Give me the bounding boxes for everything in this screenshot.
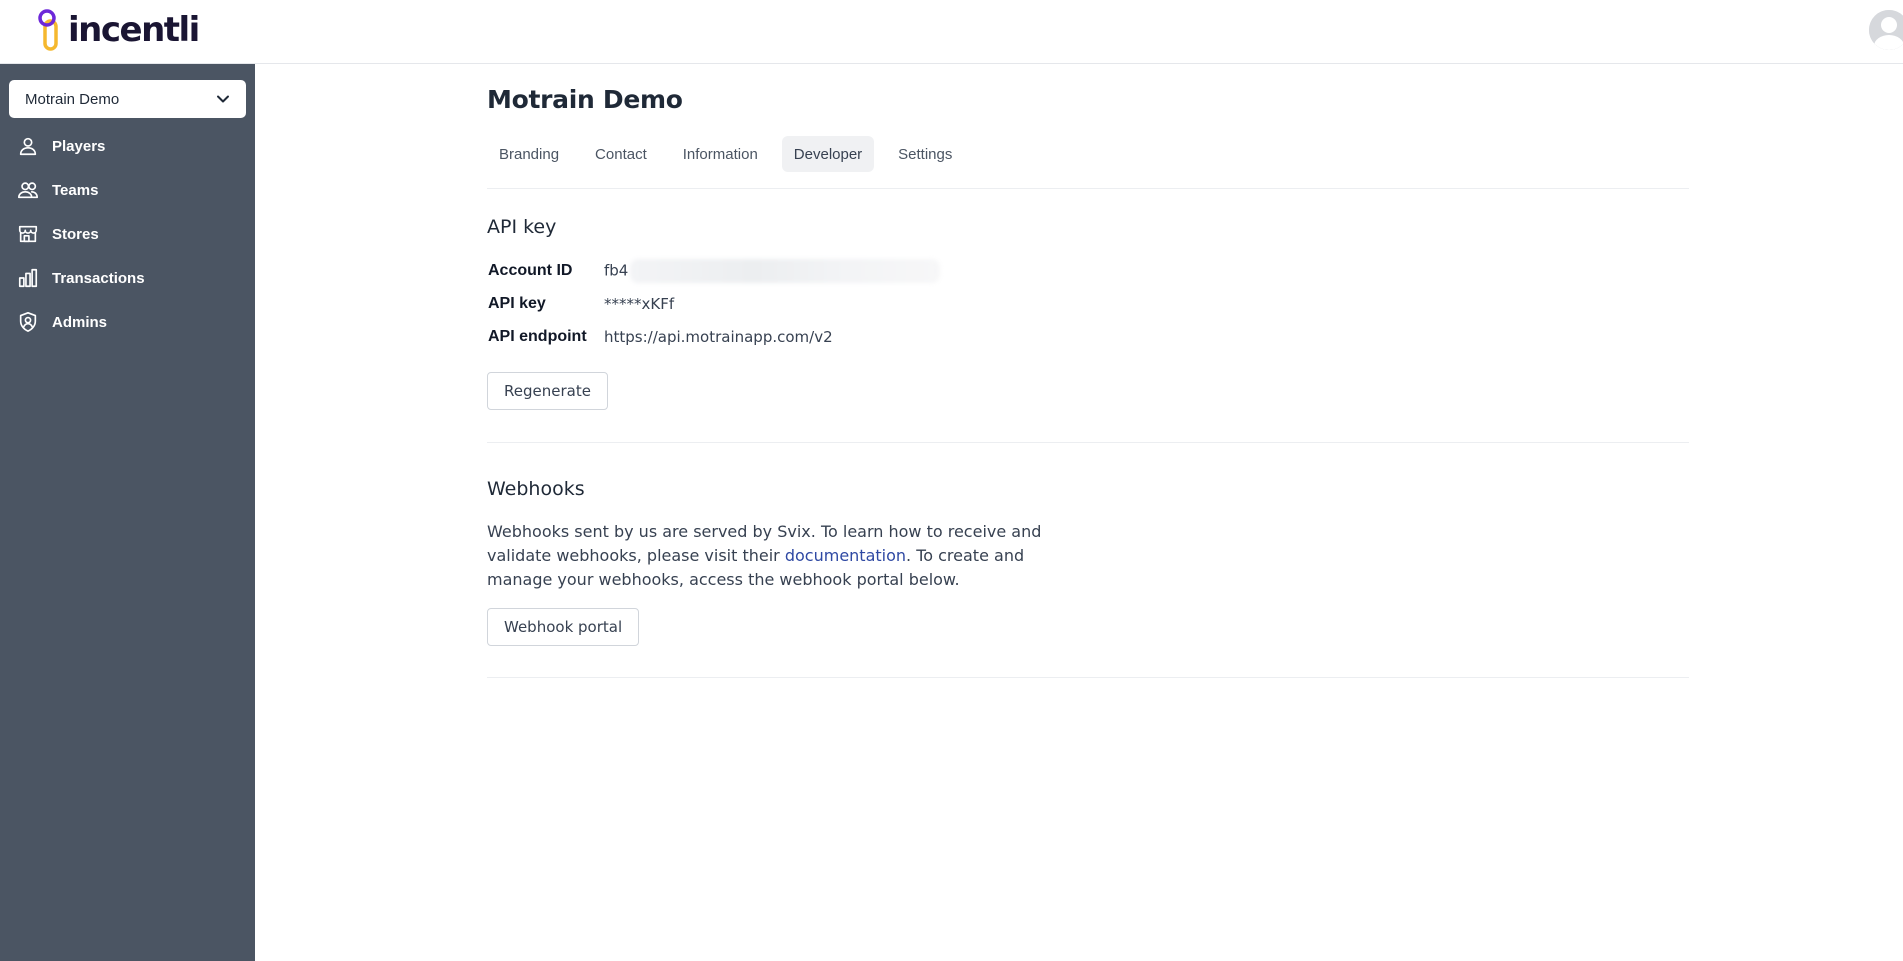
api-endpoint-label: API endpoint — [488, 327, 587, 345]
sidebar-item-transactions[interactable]: Transactions — [0, 256, 255, 300]
sidebar-item-label: Teams — [52, 181, 99, 199]
organization-select[interactable]: Motrain Demo — [9, 80, 246, 118]
sidebar-item-label: Stores — [52, 225, 99, 243]
api-key-label: API key — [488, 294, 546, 312]
divider — [487, 677, 1689, 678]
brand-name: incentli — [68, 10, 200, 50]
webhooks-section-title: Webhooks — [487, 478, 585, 500]
brand-logo[interactable]: incentli — [36, 4, 200, 56]
avatar-person-icon — [1869, 10, 1903, 50]
shield-user-icon — [16, 310, 40, 334]
users-icon — [16, 178, 40, 202]
sidebar-item-stores[interactable]: Stores — [0, 212, 255, 256]
api-key-value: *****xKFf — [604, 294, 675, 313]
bar-chart-icon — [16, 266, 40, 290]
webhook-portal-button[interactable]: Webhook portal — [487, 608, 640, 646]
documentation-link[interactable]: documentation — [785, 546, 906, 565]
sidebar-item-label: Admins — [52, 313, 108, 331]
api-endpoint-value: https://api.motrainapp.com/v2 — [604, 327, 833, 346]
sidebar-nav: Players Teams Stores Transactions Admins — [0, 124, 255, 344]
store-icon — [16, 222, 40, 246]
api-key-section-title: API key — [487, 216, 557, 238]
top-bar: incentli — [0, 0, 1903, 64]
chevron-down-icon — [217, 95, 229, 103]
tab-contact[interactable]: Contact — [583, 136, 659, 172]
divider — [487, 188, 1689, 189]
account-id-label: Account ID — [488, 261, 573, 279]
account-id-row: Account ID fb4 — [488, 254, 941, 287]
api-endpoint-row: API endpoint https://api.motrainapp.com/… — [488, 320, 940, 353]
sidebar-item-label: Transactions — [52, 269, 145, 287]
redacted-mask — [630, 258, 941, 283]
user-avatar[interactable] — [1869, 10, 1903, 50]
api-details-list: Account ID fb4 API key *****xKFf API end… — [488, 254, 941, 353]
user-icon — [16, 134, 40, 158]
sidebar-item-players[interactable]: Players — [0, 124, 255, 168]
sidebar: Motrain Demo Players Teams Stores Transa… — [0, 64, 255, 961]
sidebar-item-admins[interactable]: Admins — [0, 300, 255, 344]
settings-tabs: Branding Contact Information Developer S… — [487, 136, 976, 172]
sidebar-item-teams[interactable]: Teams — [0, 168, 255, 212]
tab-information[interactable]: Information — [671, 136, 770, 172]
divider — [487, 442, 1689, 443]
webhooks-description: Webhooks sent by us are served by Svix. … — [487, 522, 1042, 589]
logo-mark-icon — [38, 9, 58, 51]
regenerate-button[interactable]: Regenerate — [487, 372, 608, 410]
sidebar-item-label: Players — [52, 137, 106, 155]
api-key-row: API key *****xKFf — [488, 287, 940, 320]
account-id-value: fb4 — [604, 258, 941, 283]
tab-settings[interactable]: Settings — [886, 136, 964, 172]
page-title: Motrain Demo — [487, 85, 683, 114]
organization-select-value: Motrain Demo — [25, 90, 120, 108]
tab-developer[interactable]: Developer — [781, 136, 875, 172]
tab-branding[interactable]: Branding — [487, 136, 571, 172]
